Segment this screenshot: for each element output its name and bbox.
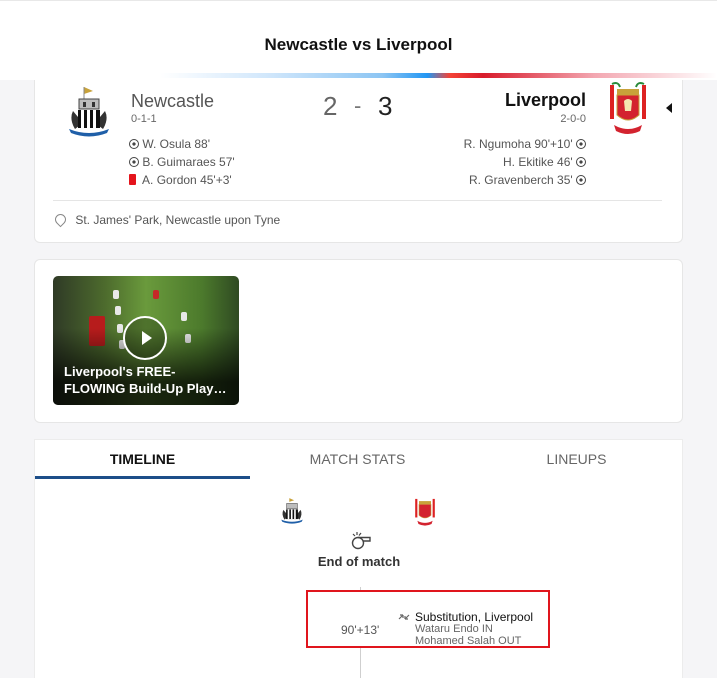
video-card: Liverpool's FREE-FLOWING Build-Up Play… — [34, 259, 683, 423]
player-in: Wataru Endo IN — [415, 623, 493, 635]
away-event-3: R. Gravenberch 35' — [469, 173, 586, 187]
score-separator: - — [354, 93, 362, 118]
tab-match-stats[interactable]: MATCH STATS — [250, 440, 465, 479]
video-title[interactable]: Liverpool's FREE-FLOWING Build-Up Play… — [64, 363, 234, 397]
timeline-card: TIMELINE MATCH STATS LINEUPS End of matc… — [34, 439, 683, 678]
tab-lineups[interactable]: LINEUPS — [469, 440, 684, 479]
whistle-icon — [351, 532, 371, 550]
away-team-record: 2-0-0 — [560, 113, 586, 125]
away-event-player: R. Ngumoha — [463, 137, 532, 151]
away-event-minute: 35' — [557, 173, 573, 187]
divider — [53, 200, 662, 201]
ball-icon — [576, 175, 586, 185]
event-title: Substitution, Liverpool — [415, 610, 534, 624]
away-event-1: R. Ngumoha 90'+10' — [464, 137, 586, 151]
liverpool-crest-icon — [415, 498, 435, 526]
newcastle-crest-icon — [69, 87, 109, 137]
liverpool-crest-icon — [610, 82, 646, 134]
home-event-minute: 88' — [194, 137, 211, 151]
home-event-player: A. Gordon — [142, 173, 197, 187]
home-event-player: B. Guimaraes — [142, 155, 216, 169]
event-minute: 90'+13' — [341, 623, 380, 637]
video-thumbnail[interactable]: Liverpool's FREE-FLOWING Build-Up Play… — [53, 276, 239, 405]
away-event-minute: 46' — [557, 155, 573, 169]
ball-icon — [576, 139, 586, 149]
collapse-arrow-icon[interactable] — [666, 103, 672, 113]
home-event-player: W. Osula — [142, 137, 192, 151]
away-event-player: R. Gravenberch — [468, 173, 554, 187]
timeline-event-substitution[interactable]: 90'+13' Substitution, Liverpool Wataru E… — [306, 590, 550, 648]
home-event-1: W. Osula 88' — [129, 137, 210, 151]
home-team-name[interactable]: Newcastle — [131, 91, 214, 112]
ball-icon — [129, 157, 139, 167]
home-team-record: 0-1-1 — [131, 113, 157, 125]
ball-icon — [129, 139, 139, 149]
score-card: Newcastle 0-1-1 2 - 3 Liverpool 2-0-0 W.… — [34, 80, 683, 243]
player-out: Mohamed Salah OUT — [415, 635, 522, 647]
team-color-stripe — [160, 73, 717, 78]
venue: St. James' Park, Newcastle upon Tyne — [52, 211, 281, 228]
ball-icon — [576, 157, 586, 167]
end-of-match-label: End of match — [317, 554, 401, 569]
away-score: 3 — [378, 91, 393, 121]
away-event-2: H. Ekitike 46' — [503, 155, 586, 169]
venue-text: St. James' Park, Newcastle upon Tyne — [75, 213, 281, 227]
substitution-icon — [398, 614, 410, 620]
home-event-minute: 45'+3' — [200, 173, 232, 187]
location-pin-icon — [52, 211, 69, 228]
away-team-name[interactable]: Liverpool — [505, 90, 586, 111]
red-card-icon — [129, 174, 136, 185]
play-icon[interactable] — [123, 316, 167, 360]
home-score: 2 — [323, 91, 338, 121]
page-header: Newcastle vs Liverpool — [0, 0, 717, 80]
home-event-minute: 57' — [219, 155, 235, 169]
newcastle-crest-icon — [281, 498, 303, 524]
away-event-minute: 90'+10' — [534, 137, 573, 151]
page-title: Newcastle vs Liverpool — [264, 35, 453, 54]
home-event-2: B. Guimaraes 57' — [129, 155, 235, 169]
tab-timeline[interactable]: TIMELINE — [35, 440, 250, 479]
home-event-3: A. Gordon 45'+3' — [129, 173, 232, 187]
away-event-player: H. Ekitike — [502, 155, 554, 169]
